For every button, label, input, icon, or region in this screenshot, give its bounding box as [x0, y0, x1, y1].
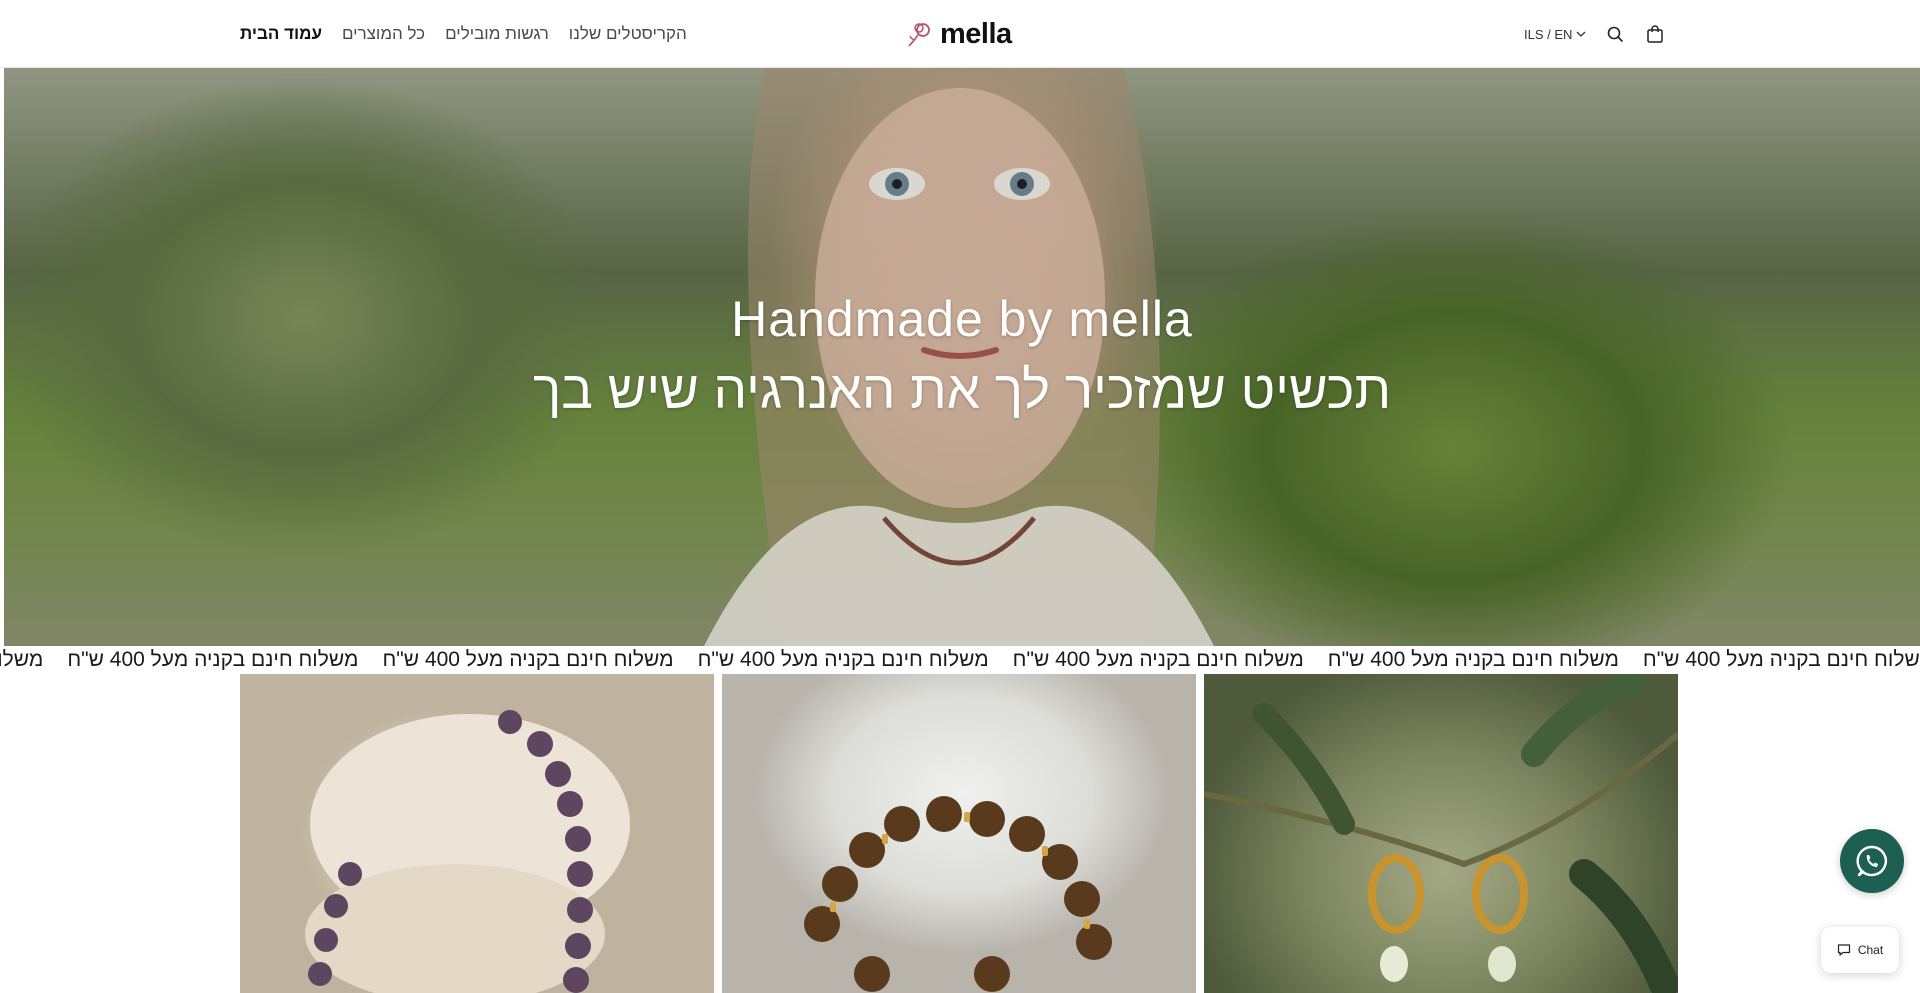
chat-bubble-icon — [1837, 944, 1850, 956]
marquee-item: משלוח חינם בקניה מעל 400 ש"ח — [1012, 648, 1304, 671]
hero-banner: Handmade by mella תכשיט שמזכיר לך את האנ… — [4, 68, 1920, 646]
marquee-item: משלוח חינם בקניה מעל 400 ש"ח — [1327, 648, 1619, 671]
site-header: עמוד הבית כל המוצרים רגשות מובילים הקריס… — [0, 0, 1920, 68]
announcement-marquee: משלוח חינם בקניה מעל 400 ש"ח משלוח חינם … — [0, 646, 1920, 674]
hero-subtitle: תכשיט שמזכיר לך את האנרגיה שיש בך — [532, 361, 1392, 420]
nav-leading-emotions[interactable]: רגשות מובילים — [445, 24, 549, 44]
marquee-item: משלוח חינם בקניה מעל 400 ש"ח — [1642, 648, 1920, 671]
flower-logo-icon — [908, 23, 930, 47]
nav-our-crystals[interactable]: הקריסטלים שלנו — [569, 24, 687, 44]
product-grid — [240, 674, 1680, 993]
nav-home[interactable]: עמוד הבית — [240, 24, 322, 44]
chevron-down-icon — [1576, 31, 1586, 37]
hero-text: Handmade by mella תכשיט שמזכיר לך את האנ… — [4, 290, 1920, 421]
gold-hoop-earrings-image — [1204, 674, 1678, 993]
locale-selector[interactable]: ILS / EN — [1524, 27, 1586, 42]
hero-title: Handmade by mella — [731, 291, 1193, 347]
logo[interactable]: mella — [906, 16, 1012, 52]
amethyst-bracelet-image — [305, 710, 630, 993]
marquee-track: משלוח חינם בקניה מעל 400 ש"ח משלוח חינם … — [0, 648, 1920, 672]
logo-text: mella — [940, 17, 1012, 50]
locale-label: ILS / EN — [1524, 26, 1573, 42]
marquee-item: משלוח חינם בקניה מעל 400 ש"ח — [0, 648, 44, 671]
marquee-item: משלוח חינם בקניה מעל 400 ש"ח — [67, 648, 359, 671]
nav-all-products[interactable]: כל המוצרים — [342, 24, 425, 44]
whatsapp-icon — [1856, 845, 1887, 877]
header-actions: ILS / EN — [1524, 0, 1666, 68]
marquee-item: משלוח חינם בקניה מעל 400 ש"ח — [382, 648, 674, 671]
product-card-gold-hoop-earrings[interactable] — [1204, 674, 1678, 993]
tiger-eye-bracelet-image — [804, 796, 1112, 992]
product-card-amethyst-bracelet[interactable] — [240, 674, 714, 993]
bag-icon[interactable] — [1644, 23, 1666, 45]
main-nav: עמוד הבית כל המוצרים רגשות מובילים הקריס… — [240, 0, 687, 68]
product-card-tiger-eye-bracelet[interactable] — [722, 674, 1196, 993]
search-icon[interactable] — [1604, 23, 1626, 45]
marquee-item: משלוח חינם בקניה מעל 400 ש"ח — [697, 648, 989, 671]
whatsapp-button[interactable] — [1840, 829, 1904, 893]
chat-label: Chat — [1857, 943, 1884, 957]
chat-button[interactable]: Chat — [1821, 927, 1899, 973]
